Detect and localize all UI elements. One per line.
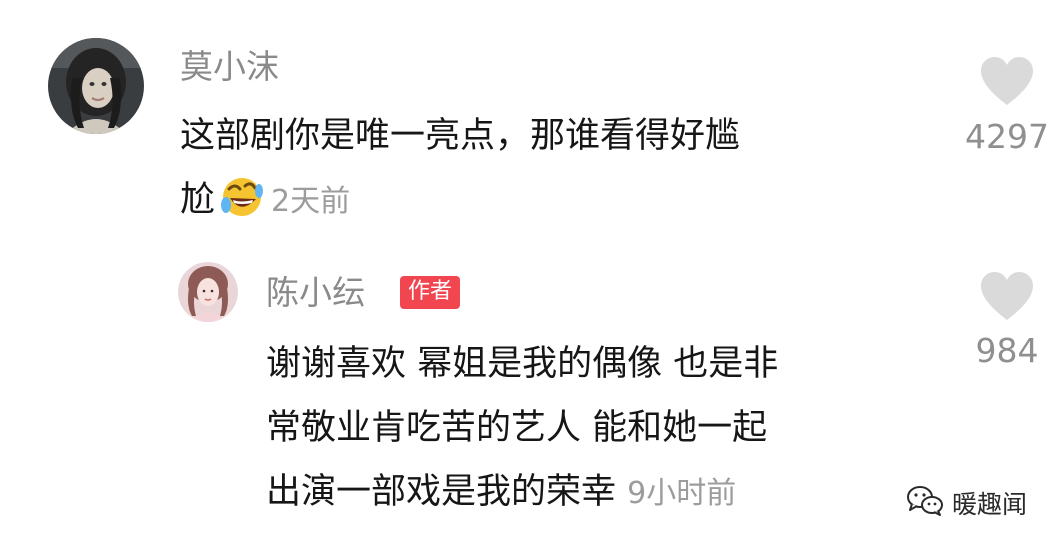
reply-like-heart-icon[interactable] (978, 270, 1036, 326)
reply-line-text: 出演一部戏是我的荣幸 (266, 472, 617, 512)
comment-like-heart-icon[interactable] (978, 55, 1036, 111)
reply-timestamp: 9小时前 (627, 476, 737, 511)
comment-like-count: 4297 (965, 117, 1049, 156)
watermark-text: 暖趣闻 (951, 490, 1027, 519)
reply-line: 谢谢喜欢 幂姐是我的偶像 也是非 (266, 344, 779, 384)
comment-line-text: 尬 (180, 180, 216, 220)
reply-line: 常敬业肯吃苦的艺人 能和她一起 (266, 408, 768, 448)
author-badge: 作者 (400, 276, 461, 309)
comment-timestamp: 2天前 (271, 184, 351, 219)
commenter-avatar[interactable] (48, 38, 144, 134)
laughing-crying-emoji-icon (217, 171, 265, 240)
reply-like-count: 984 (975, 331, 1039, 370)
wechat-icon (906, 485, 944, 521)
commenter-username[interactable]: 莫小沫 (180, 50, 279, 83)
reply-author-avatar[interactable] (178, 262, 238, 322)
comment-text: 这部剧你是唯一亮点，那谁看得好尴 尬 2天前 (180, 104, 740, 240)
watermark: 暖趣闻 (906, 485, 1027, 521)
reply-line-last: 出演一部戏是我的荣幸 9小时前 (266, 460, 778, 526)
reply-text: 谢谢喜欢 幂姐是我的偶像 也是非 常敬业肯吃苦的艺人 能和她一起 出演一部戏是我… (266, 332, 778, 526)
reply-author-username[interactable]: 陈小纭 (266, 276, 365, 309)
comment-line-last: 尬 2天前 (180, 168, 740, 240)
comment-line: 这部剧你是唯一亮点，那谁看得好尴 (180, 116, 741, 156)
